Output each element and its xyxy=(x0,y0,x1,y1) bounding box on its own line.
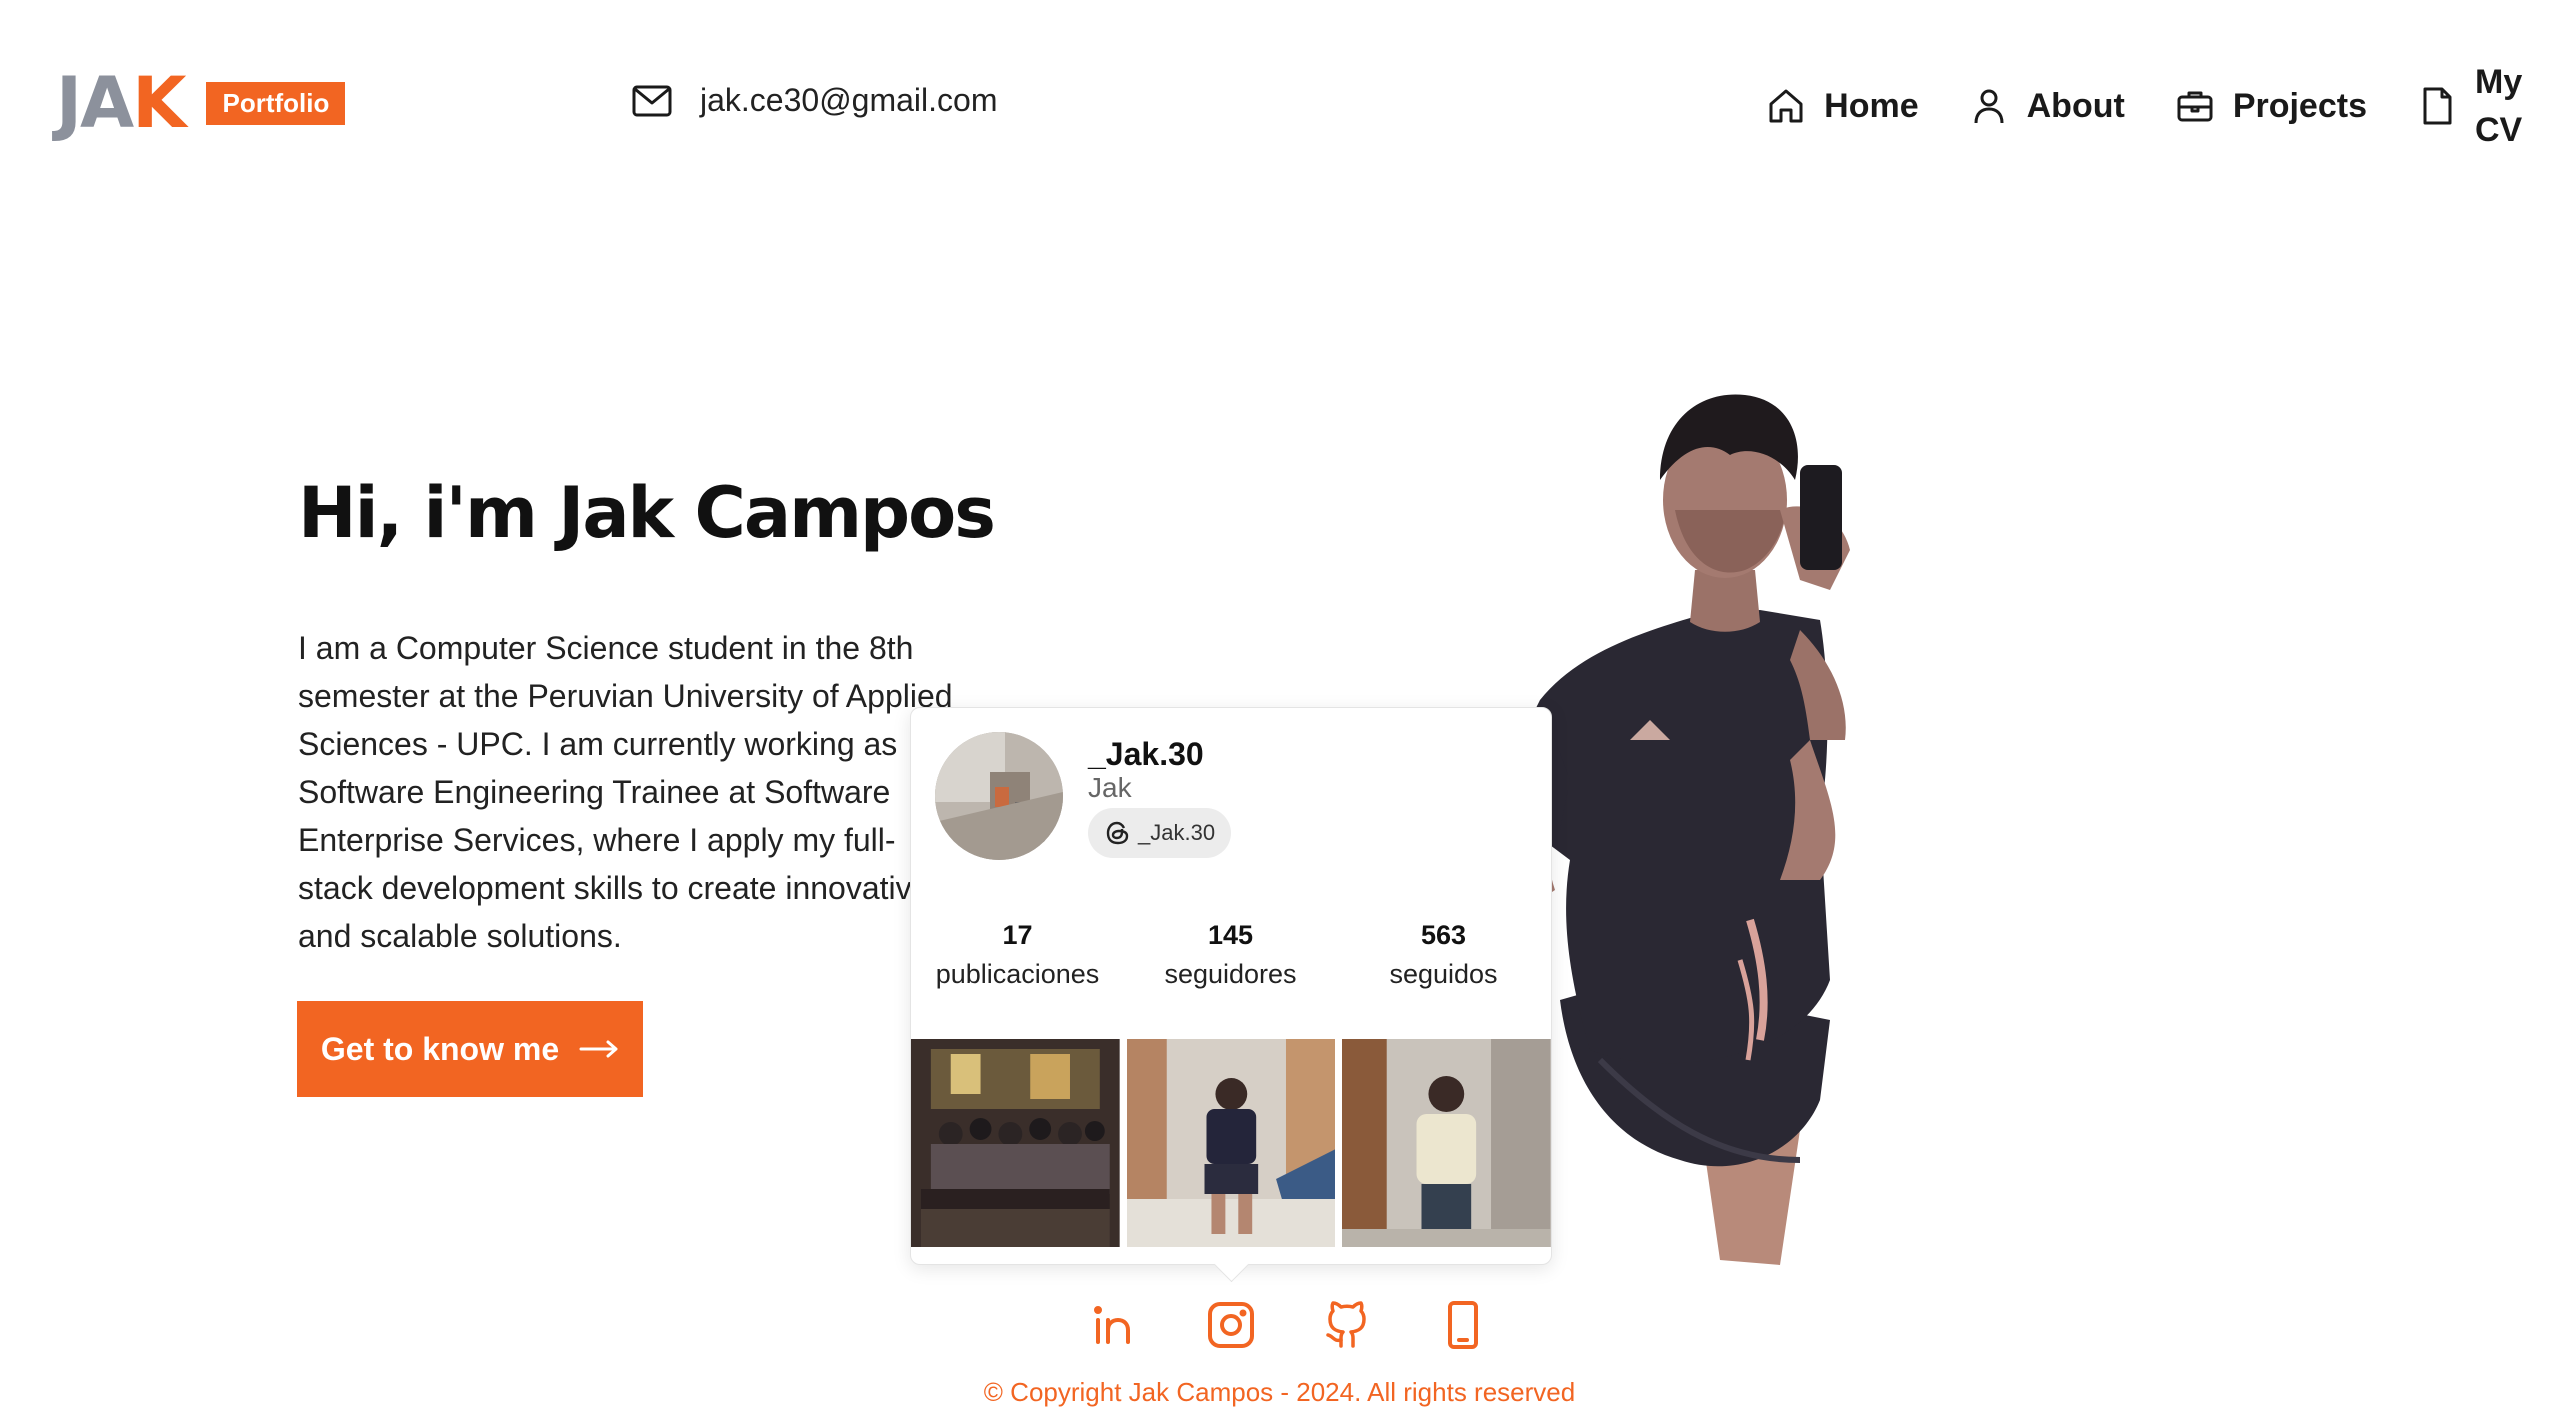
get-to-know-me-button[interactable]: Get to know me xyxy=(297,1001,643,1097)
stat-followers-label: seguidores xyxy=(1164,959,1297,989)
stat-followers-value: 145 xyxy=(1207,920,1254,950)
nav-cv[interactable]: My CV xyxy=(2417,58,2527,154)
portfolio-badge: Portfolio xyxy=(206,81,346,125)
stat-posts-label: publicaciones xyxy=(935,959,1100,989)
nav-about[interactable]: About xyxy=(1969,86,2125,126)
stat-following[interactable]: 563 seguidos xyxy=(1337,920,1550,990)
nav-home-label: Home xyxy=(1824,86,1919,125)
stat-posts[interactable]: 17 publicaciones xyxy=(911,920,1124,990)
instagram-username: _Jak.30 xyxy=(1088,736,1204,772)
mail-icon xyxy=(632,85,672,116)
email-contact[interactable]: jak.ce30@gmail.com xyxy=(632,82,997,119)
github-icon xyxy=(1326,1301,1366,1348)
stat-following-label: seguidos xyxy=(1389,959,1498,989)
main-nav: Home About Projects My CV xyxy=(1716,58,2527,154)
avatar-image xyxy=(935,732,1063,860)
nav-home[interactable]: Home xyxy=(1766,86,1919,126)
stat-followers[interactable]: 145 seguidores xyxy=(1124,920,1337,990)
instagram-post-thumb[interactable] xyxy=(1126,1039,1336,1247)
threads-badge[interactable]: _Jak.30 xyxy=(1088,808,1232,858)
user-icon xyxy=(1974,89,2004,124)
nav-projects-label: Projects xyxy=(2232,86,2367,125)
instagram-profile-card[interactable]: _Jak.30 Jak _Jak.30 17 publicaciones 145… xyxy=(910,707,1552,1265)
cta-label: Get to know me xyxy=(320,1030,560,1067)
instagram-stats: 17 publicaciones 145 seguidores 563 segu… xyxy=(911,920,1551,990)
instagram-icon xyxy=(1208,1302,1254,1348)
email-text: jak.ce30@gmail.com xyxy=(700,82,998,118)
linkedin-icon xyxy=(1094,1306,1130,1344)
nav-about-label: About xyxy=(2026,86,2125,125)
home-icon xyxy=(1769,89,1803,123)
logo-text-ja: JA xyxy=(56,62,134,144)
instagram-post-grid xyxy=(911,1039,1552,1247)
logo-text-k: K xyxy=(132,62,186,144)
copyright-text: © Copyright Jak Campos - 2024. All right… xyxy=(983,1377,1576,1407)
instagram-post-thumb[interactable] xyxy=(911,1039,1120,1247)
threads-handle: _Jak.30 xyxy=(1138,820,1216,845)
phone-icon xyxy=(1448,1301,1478,1349)
threads-icon xyxy=(1106,821,1129,845)
nav-projects[interactable]: Projects xyxy=(2175,86,2367,126)
document-icon xyxy=(2423,87,2452,125)
nav-cv-label: My CV xyxy=(2475,63,2523,149)
hero-description: I am a Computer Science student in the 8… xyxy=(298,630,953,954)
instagram-avatar[interactable] xyxy=(935,732,1063,860)
arrow-right-icon xyxy=(579,1040,618,1058)
social-links xyxy=(1090,1300,1488,1350)
brand-logo[interactable]: JAK Portfolio xyxy=(56,68,346,138)
instagram-post-thumb[interactable] xyxy=(1342,1039,1552,1247)
instagram-display-name: Jak xyxy=(1088,772,1132,803)
hero-portrait-image xyxy=(1509,394,1850,1265)
briefcase-icon xyxy=(2177,91,2213,122)
post-image-portrait xyxy=(1342,1039,1552,1247)
phone-link[interactable] xyxy=(1438,1300,1488,1350)
stat-posts-value: 17 xyxy=(1002,920,1033,950)
logo-mark: JAK xyxy=(56,68,186,138)
github-link[interactable] xyxy=(1322,1300,1372,1350)
stat-following-value: 563 xyxy=(1420,920,1467,950)
post-image-group xyxy=(911,1039,1120,1247)
instagram-link[interactable] xyxy=(1206,1300,1256,1350)
linkedin-link[interactable] xyxy=(1090,1300,1140,1350)
hero-title: Hi, i'm Jak Campos xyxy=(298,472,996,554)
post-image-mirror-selfie xyxy=(1126,1039,1336,1247)
